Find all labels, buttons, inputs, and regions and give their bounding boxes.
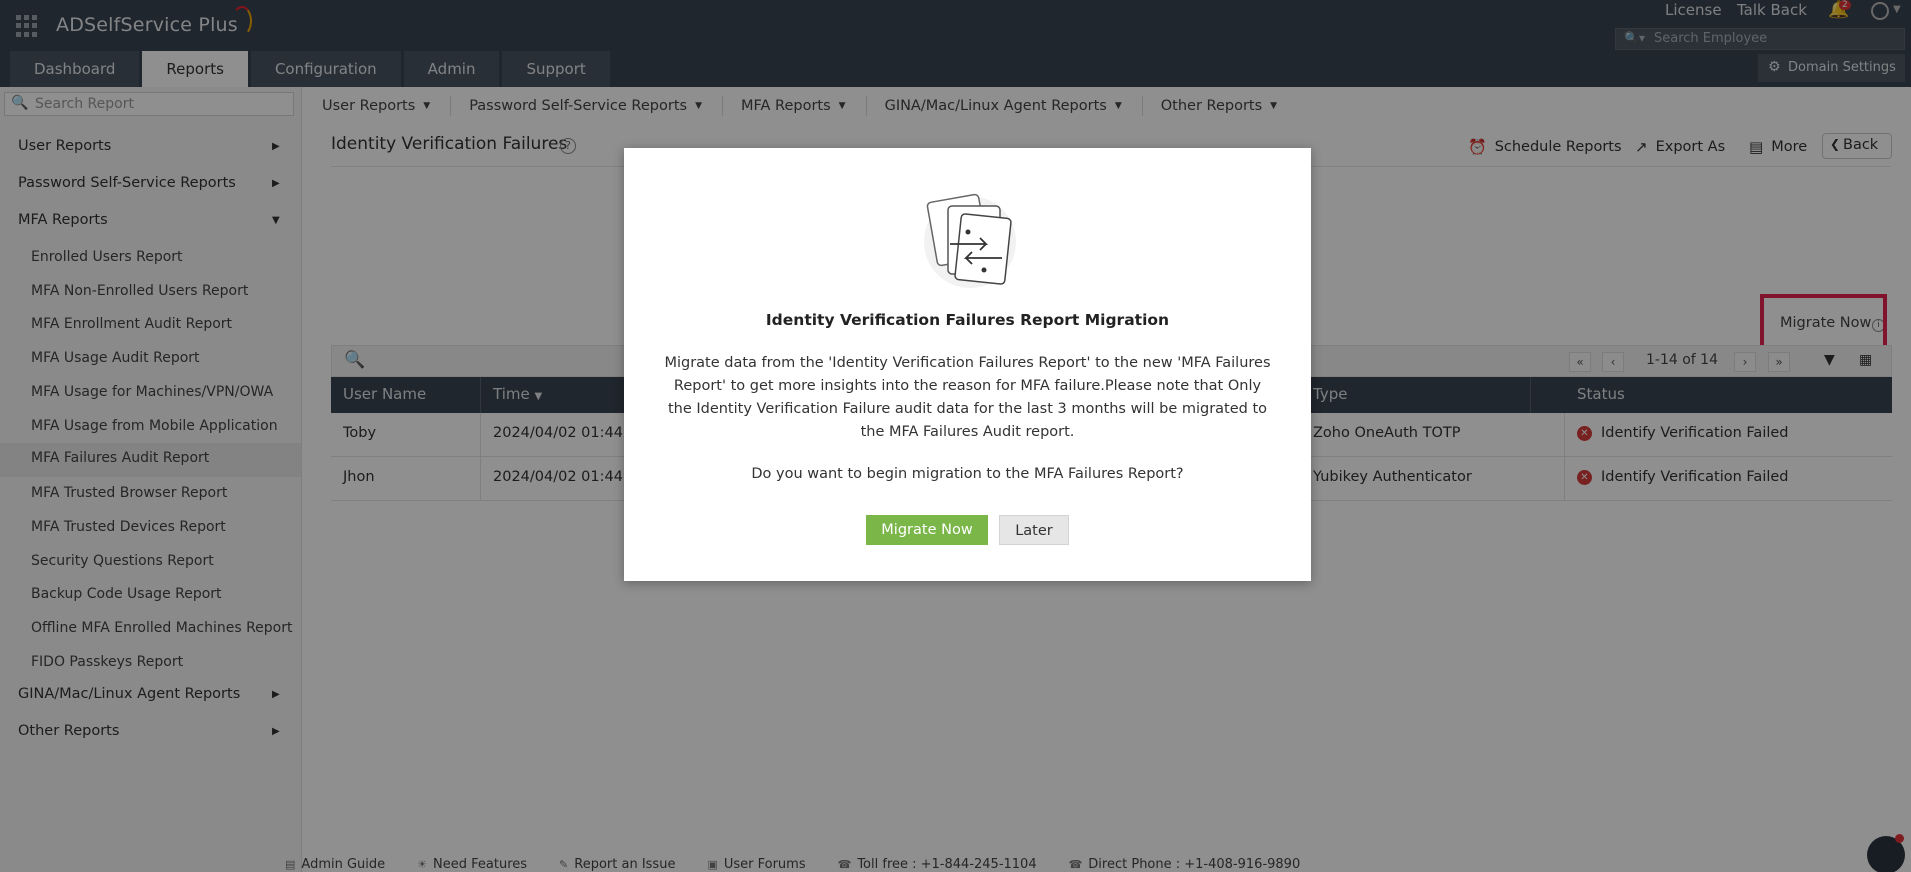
migrate-now-button[interactable]: Migrate Now bbox=[866, 515, 988, 545]
later-button[interactable]: Later bbox=[999, 515, 1069, 545]
dialog-title: Identity Verification Failures Report Mi… bbox=[765, 311, 1170, 329]
dialog-message: Migrate data from the 'Identity Verifica… bbox=[664, 355, 1271, 440]
migration-illustration-icon bbox=[924, 193, 1016, 288]
migration-dialog: Identity Verification Failures Report Mi… bbox=[624, 148, 1311, 581]
dialog-question: Do you want to begin migration to the MF… bbox=[751, 466, 1184, 482]
